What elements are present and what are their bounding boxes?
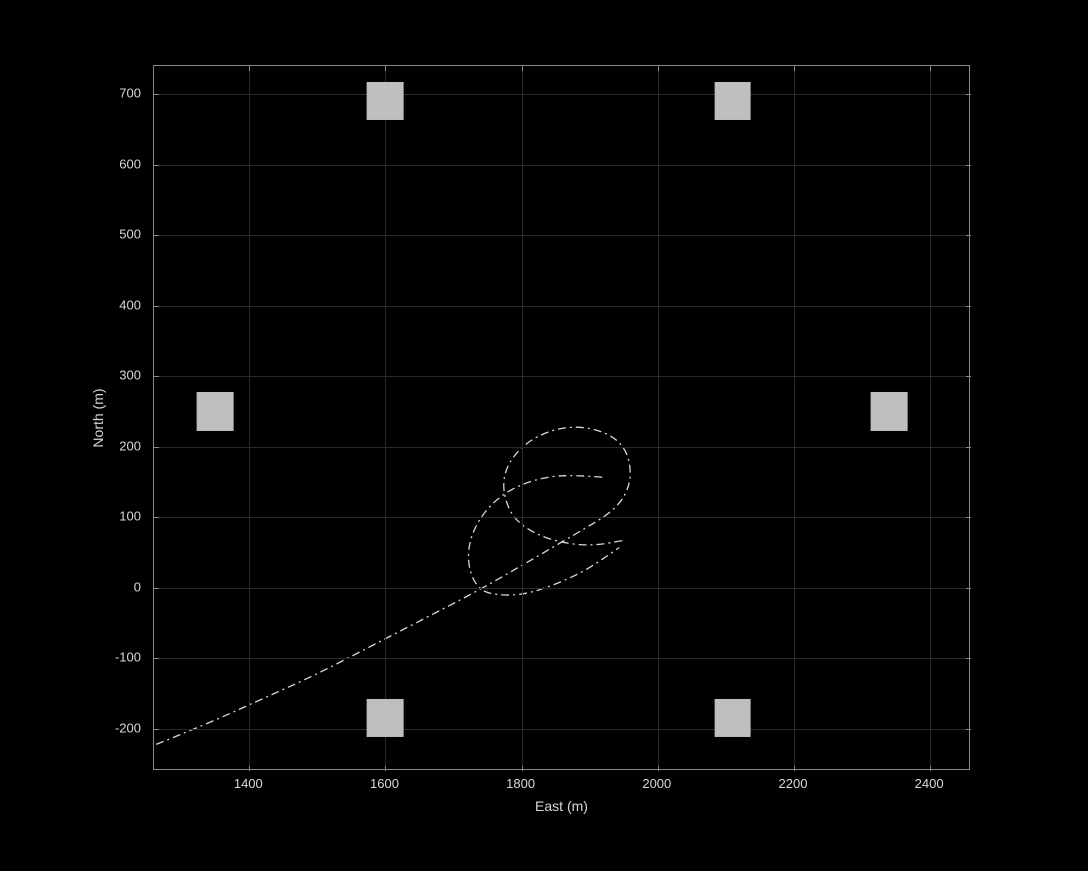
grid-line-vertical [930, 66, 931, 769]
y-axis-label: North (m) [90, 388, 106, 447]
y-tick-mark [154, 306, 159, 307]
x-tick-label: 2200 [779, 776, 808, 791]
y-tick-label: 300 [119, 368, 141, 383]
grid-line-horizontal [154, 729, 969, 730]
trajectory-path-secondary [468, 476, 619, 595]
grid-line-vertical [658, 66, 659, 769]
y-tick-mark [154, 517, 159, 518]
waypoint-marker [871, 392, 908, 430]
grid-line-vertical [794, 66, 795, 769]
x-tick-mark [249, 66, 250, 71]
y-tick-mark [966, 447, 971, 448]
grid-line-vertical [522, 66, 523, 769]
x-tick-mark [658, 766, 659, 771]
x-tick-label: 1800 [506, 776, 535, 791]
grid-line-vertical [249, 66, 250, 769]
y-tick-label: -100 [115, 650, 141, 665]
y-tick-label: 0 [134, 579, 141, 594]
x-tick-mark [249, 766, 250, 771]
y-tick-mark [154, 588, 159, 589]
y-tick-mark [966, 658, 971, 659]
grid-line-horizontal [154, 165, 969, 166]
x-tick-mark [930, 66, 931, 71]
y-tick-mark [966, 165, 971, 166]
grid-line-horizontal [154, 376, 969, 377]
grid-line-horizontal [154, 658, 969, 659]
y-tick-label: 500 [119, 227, 141, 242]
y-tick-label: 100 [119, 509, 141, 524]
y-tick-mark [966, 517, 971, 518]
y-tick-mark [966, 729, 971, 730]
x-axis-label: East (m) [535, 798, 588, 814]
trajectory-path [156, 427, 630, 744]
y-tick-label: -200 [115, 720, 141, 735]
x-tick-label: 2400 [915, 776, 944, 791]
y-tick-mark [154, 729, 159, 730]
waypoint-marker [714, 82, 751, 120]
grid-line-horizontal [154, 447, 969, 448]
y-tick-mark [966, 588, 971, 589]
x-tick-mark [794, 66, 795, 71]
y-tick-mark [154, 235, 159, 236]
grid-line-horizontal [154, 517, 969, 518]
x-tick-mark [385, 766, 386, 771]
plot-area[interactable] [153, 65, 970, 770]
y-tick-label: 600 [119, 156, 141, 171]
y-tick-mark [966, 376, 971, 377]
grid-line-vertical [385, 66, 386, 769]
grid-line-horizontal [154, 94, 969, 95]
waypoint-marker [714, 699, 751, 737]
y-tick-label: 400 [119, 297, 141, 312]
y-tick-mark [154, 376, 159, 377]
trajectory-layer [154, 66, 969, 769]
waypoint-marker [197, 392, 234, 430]
x-tick-label: 1400 [234, 776, 263, 791]
x-tick-label: 1600 [370, 776, 399, 791]
waypoint-marker [367, 82, 404, 120]
grid-line-horizontal [154, 588, 969, 589]
waypoint-marker [367, 699, 404, 737]
y-tick-mark [154, 658, 159, 659]
x-tick-mark [794, 766, 795, 771]
y-tick-label: 200 [119, 438, 141, 453]
y-tick-mark [966, 235, 971, 236]
y-tick-mark [966, 306, 971, 307]
y-tick-mark [154, 165, 159, 166]
x-tick-mark [658, 66, 659, 71]
y-tick-label: 700 [119, 86, 141, 101]
x-tick-mark [522, 766, 523, 771]
figure: East (m) North (m) 140016001800200022002… [0, 0, 1088, 871]
y-tick-mark [154, 94, 159, 95]
x-tick-label: 2000 [642, 776, 671, 791]
x-tick-mark [385, 66, 386, 71]
x-tick-mark [522, 66, 523, 71]
grid-line-horizontal [154, 235, 969, 236]
y-tick-mark [154, 447, 159, 448]
y-tick-mark [966, 94, 971, 95]
x-tick-mark [930, 766, 931, 771]
grid-line-horizontal [154, 306, 969, 307]
